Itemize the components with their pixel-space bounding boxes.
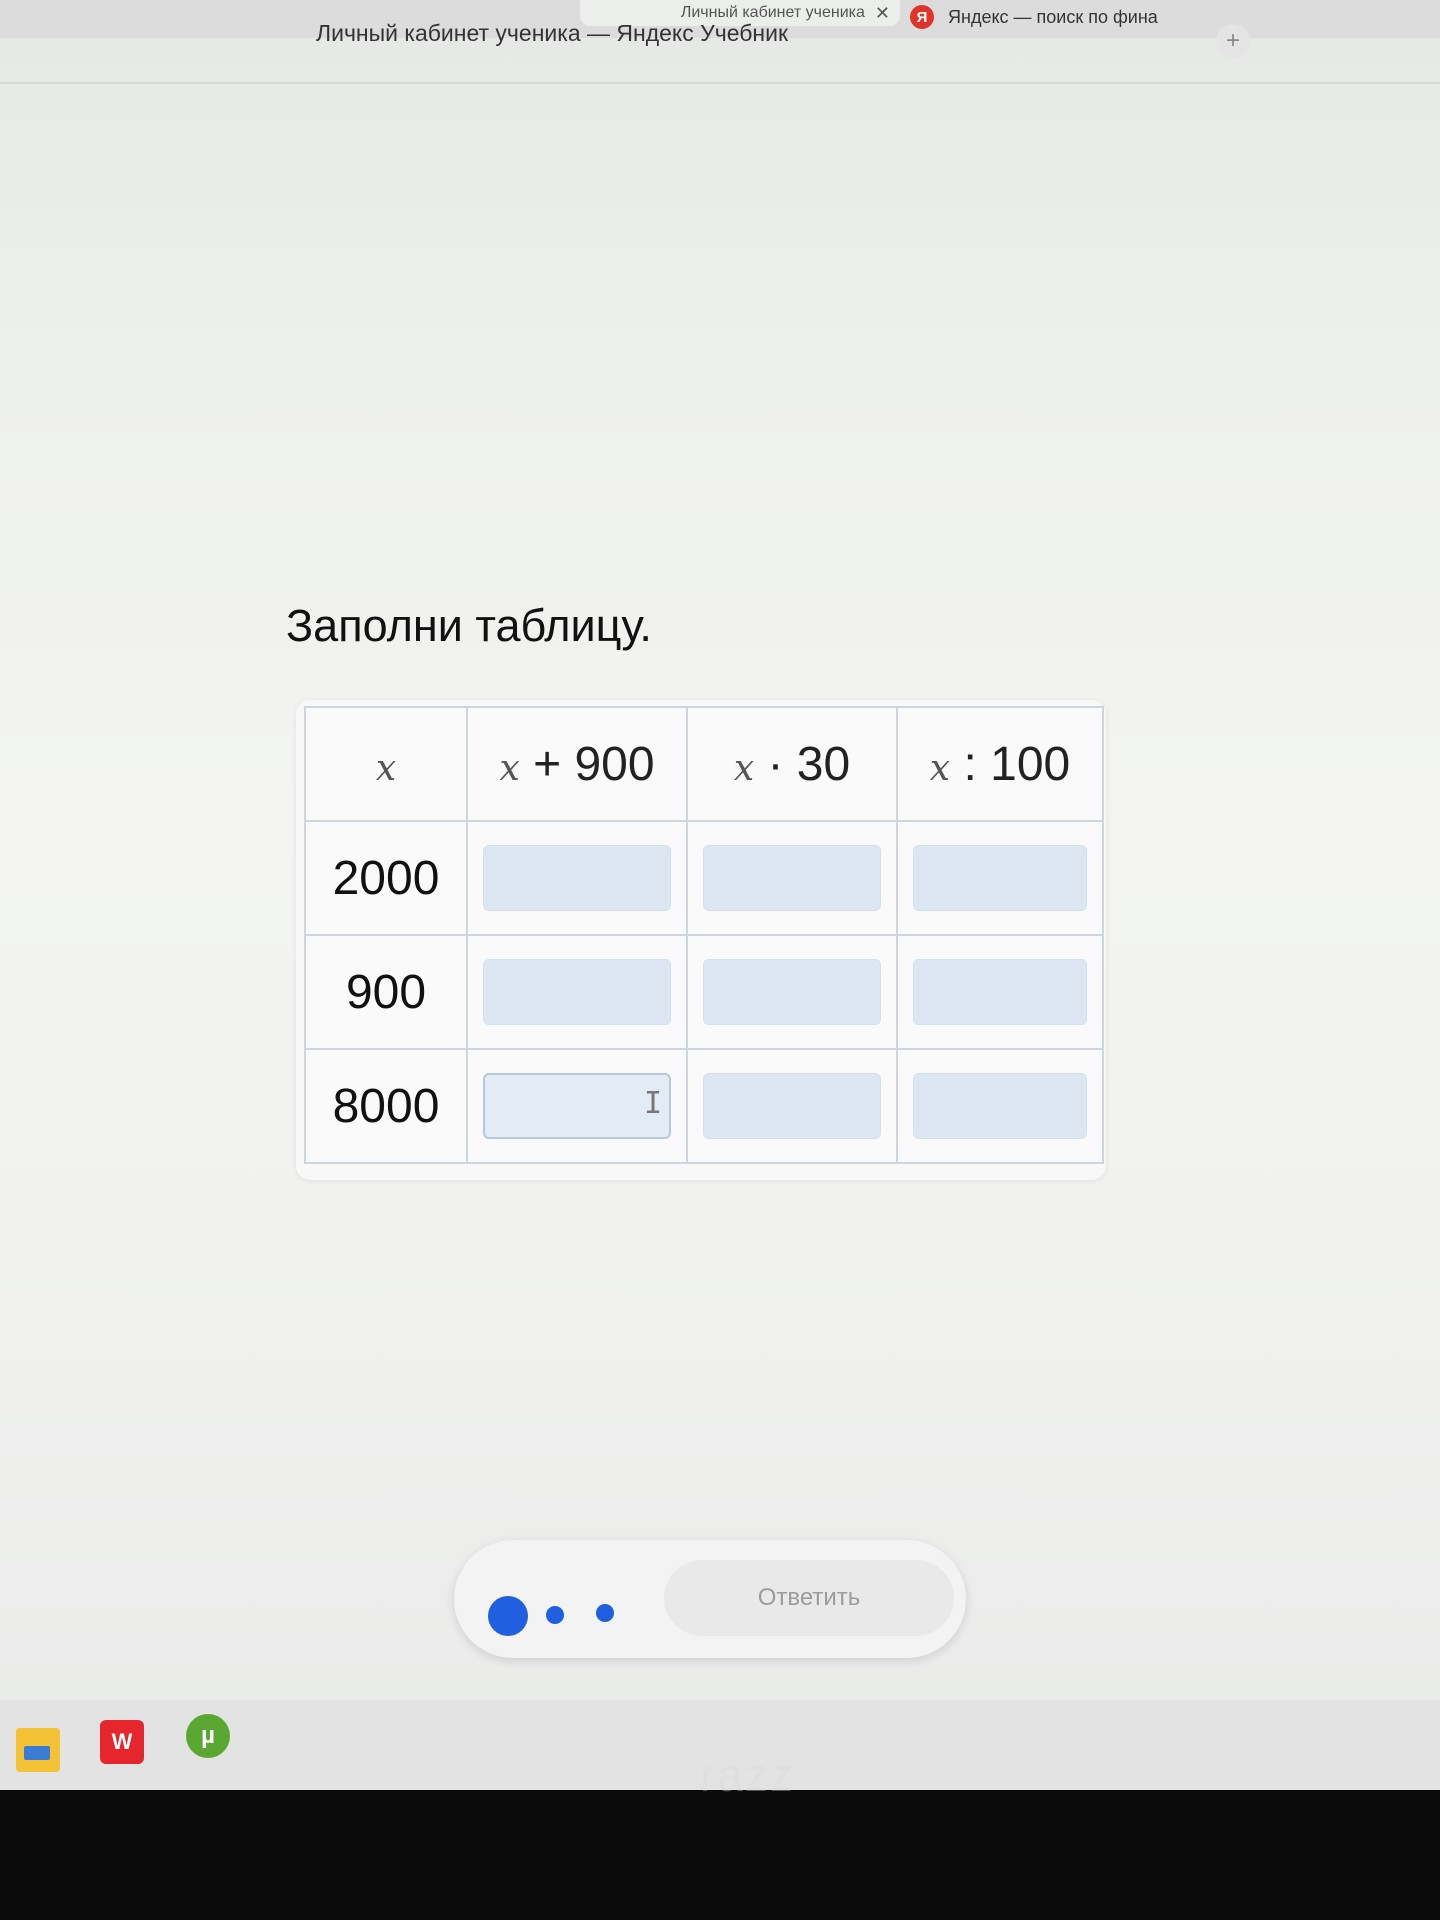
monitor-brand-logo: razz xyxy=(700,1749,795,1801)
progress-dot[interactable] xyxy=(546,1606,564,1624)
table-row: 900 xyxy=(304,934,1104,1050)
window-title: Личный кабинет ученика — Яндекс Учебник xyxy=(316,20,789,46)
header-cell: x + 900 xyxy=(466,706,688,822)
header-operation: + 900 xyxy=(519,737,655,791)
utorrent-icon[interactable]: µ xyxy=(186,1714,230,1758)
tab-inactive-title: Яндекс — поиск по фина xyxy=(948,6,1158,27)
wps-office-icon[interactable]: W xyxy=(100,1720,144,1764)
task-table: x x + 900 x · 30 x : 100 2000 900 8000 I xyxy=(304,706,1104,1164)
answer-input[interactable] xyxy=(913,959,1087,1025)
answer-cell xyxy=(466,934,688,1050)
header-cell: x · 30 xyxy=(686,706,898,822)
plus-icon: + xyxy=(1225,27,1240,54)
task-heading: Заполни таблицу. xyxy=(286,600,652,651)
screen: Личный кабинет ученика ✕ Я Яндекс — поис… xyxy=(0,0,1440,1790)
progress-dot[interactable] xyxy=(596,1604,614,1622)
answer-cell: I xyxy=(466,1048,688,1164)
answer-input[interactable] xyxy=(703,959,881,1025)
row-label-cell: 8000 xyxy=(304,1048,468,1164)
submit-button[interactable]: Ответить xyxy=(664,1560,954,1636)
progress-dot-current[interactable] xyxy=(488,1596,528,1636)
row-label-cell: 2000 xyxy=(304,820,468,936)
answer-cell xyxy=(686,934,898,1050)
table-row: 8000 I xyxy=(304,1048,1104,1164)
answer-input[interactable] xyxy=(913,1073,1087,1139)
text-cursor-icon: I xyxy=(644,1086,663,1121)
monitor-bezel xyxy=(0,1790,1440,1920)
answer-cell xyxy=(896,820,1104,936)
table-card: x x + 900 x · 30 x : 100 2000 900 8000 I xyxy=(296,700,1106,1180)
header-variable: x xyxy=(375,747,397,789)
answer-cell xyxy=(896,934,1104,1050)
header-cell: x : 100 xyxy=(896,706,1104,822)
new-tab-button[interactable]: + xyxy=(1216,24,1250,58)
header-operation: : 100 xyxy=(950,737,1071,791)
row-label: 900 xyxy=(345,965,427,1019)
header-variable: x xyxy=(733,747,755,789)
bottom-action-bar: Ответить xyxy=(454,1540,966,1658)
answer-input[interactable] xyxy=(703,845,881,911)
table-header-row: x x + 900 x · 30 x : 100 xyxy=(304,706,1104,822)
answer-input[interactable] xyxy=(703,1073,881,1139)
header-cell: x xyxy=(304,706,468,822)
answer-input[interactable] xyxy=(483,845,671,911)
answer-cell xyxy=(686,820,898,936)
answer-cell xyxy=(896,1048,1104,1164)
row-label-cell: 900 xyxy=(304,934,468,1050)
header-operation: · 30 xyxy=(754,737,851,791)
tab-yandex-search[interactable]: Я Яндекс — поиск по фина xyxy=(910,0,1200,34)
table-row: 2000 xyxy=(304,820,1104,936)
answer-cell xyxy=(686,1048,898,1164)
row-label: 8000 xyxy=(332,1079,440,1133)
answer-input[interactable] xyxy=(483,959,671,1025)
divider xyxy=(0,82,1440,84)
close-icon[interactable]: ✕ xyxy=(875,3,890,24)
folder-icon[interactable] xyxy=(16,1728,60,1772)
header-variable: x xyxy=(929,747,951,789)
answer-cell xyxy=(466,820,688,936)
header-variable: x xyxy=(499,747,520,789)
yandex-icon: Я xyxy=(910,5,934,29)
row-label: 2000 xyxy=(332,851,440,905)
answer-input-focused[interactable] xyxy=(483,1073,671,1139)
answer-input[interactable] xyxy=(913,845,1087,911)
